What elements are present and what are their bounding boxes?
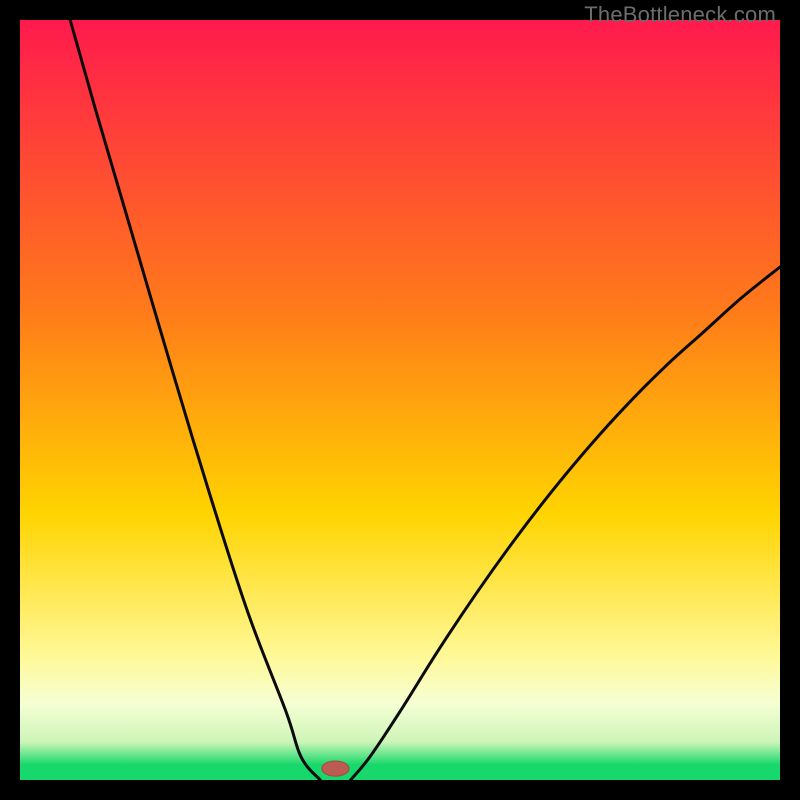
gradient-background bbox=[20, 20, 780, 780]
outer-frame: TheBottleneck.com bbox=[0, 0, 800, 800]
chart-svg bbox=[20, 20, 780, 780]
watermark-text: TheBottleneck.com bbox=[584, 2, 776, 28]
minimum-marker bbox=[322, 761, 349, 776]
plot-area bbox=[20, 20, 780, 780]
